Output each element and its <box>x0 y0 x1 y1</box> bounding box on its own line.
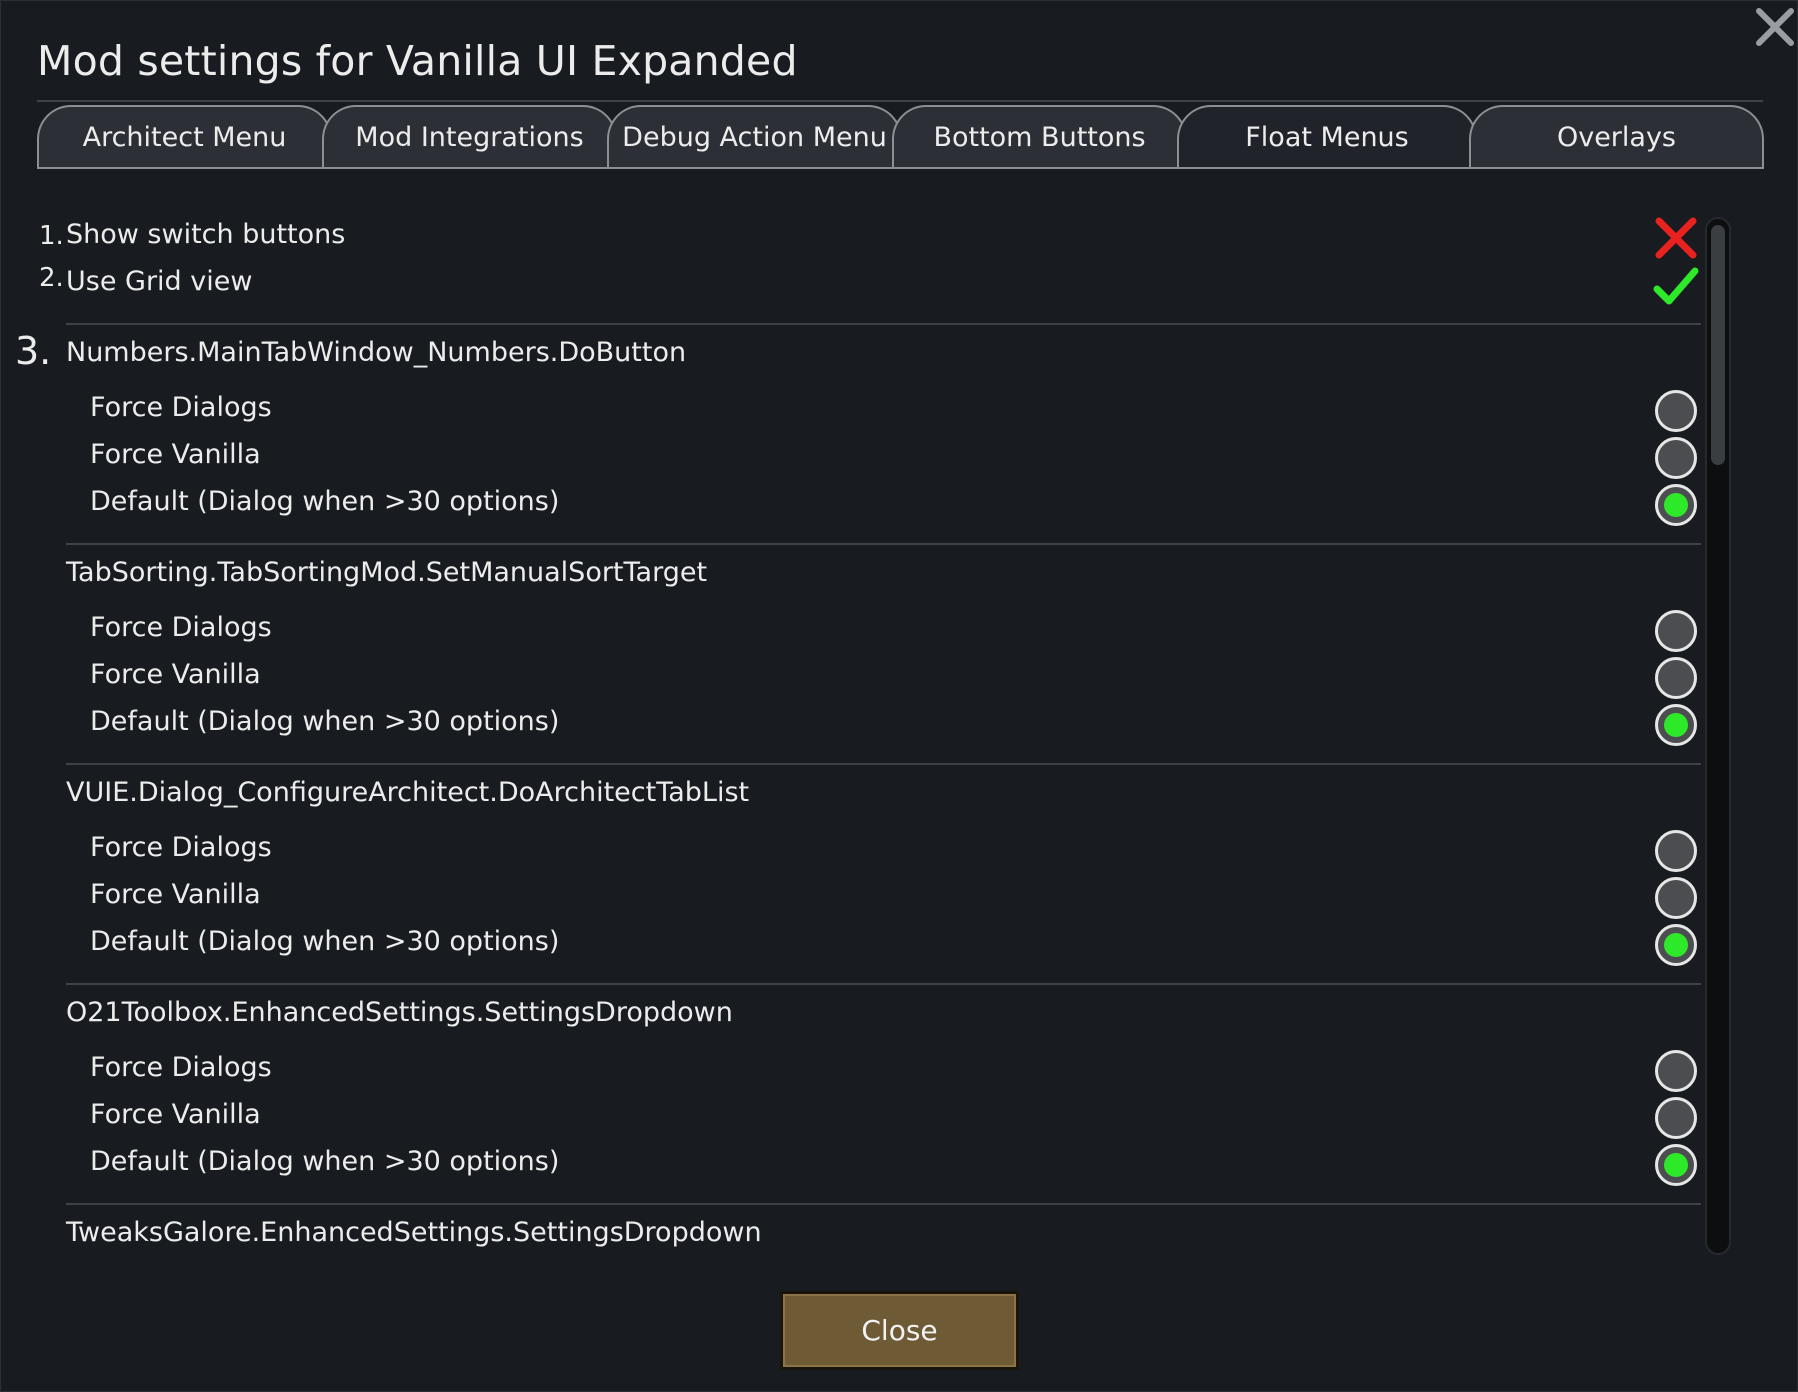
tab-bar: Architect Menu Mod Integrations Debug Ac… <box>37 105 1764 169</box>
tab-mod-integrations[interactable]: Mod Integrations <box>322 105 617 167</box>
radio-force-dialogs[interactable] <box>1655 830 1697 872</box>
tab-overlays[interactable]: Overlays <box>1469 105 1764 167</box>
radio-force-vanilla[interactable] <box>1655 1097 1697 1139</box>
tab-baseline <box>37 167 1764 169</box>
option-label: Force Dialogs <box>90 832 272 863</box>
setting-number: 2. <box>39 263 64 293</box>
check-icon[interactable] <box>1653 263 1699 309</box>
close-icon[interactable] <box>1753 5 1797 49</box>
tab-architect-menu[interactable]: Architect Menu <box>37 105 332 167</box>
option-label: Default (Dialog when >30 options) <box>90 486 560 517</box>
group-title: VUIE.Dialog_ConfigureArchitect.DoArchite… <box>66 777 750 808</box>
option-label: Force Vanilla <box>90 1099 261 1130</box>
tab-bottom-buttons[interactable]: Bottom Buttons <box>892 105 1187 167</box>
radio-force-vanilla[interactable] <box>1655 877 1697 919</box>
option-label: Force Vanilla <box>90 439 261 470</box>
radio-default[interactable] <box>1655 704 1697 746</box>
close-button[interactable]: Close <box>780 1291 1019 1370</box>
divider <box>66 323 1701 325</box>
group-title: TweaksGalore.EnhancedSettings.SettingsDr… <box>66 1217 762 1248</box>
tab-float-menus[interactable]: Float Menus <box>1177 105 1477 167</box>
option-label: Force Dialogs <box>90 1052 272 1083</box>
radio-force-dialogs[interactable] <box>1655 610 1697 652</box>
option-label: Force Dialogs <box>90 392 272 423</box>
option-label: Default (Dialog when >30 options) <box>90 926 560 957</box>
radio-default[interactable] <box>1655 484 1697 526</box>
scrollbar[interactable] <box>1705 217 1731 1255</box>
mod-settings-window: Mod settings for Vanilla UI Expanded Arc… <box>0 0 1798 1392</box>
option-label: Force Vanilla <box>90 879 261 910</box>
radio-force-vanilla[interactable] <box>1655 657 1697 699</box>
option-label: Force Vanilla <box>90 659 261 690</box>
radio-default[interactable] <box>1655 1144 1697 1186</box>
option-label: Force Dialogs <box>90 612 272 643</box>
option-label: Default (Dialog when >30 options) <box>90 1146 560 1177</box>
option-label: Default (Dialog when >30 options) <box>90 706 560 737</box>
setting-label-use-grid-view: Use Grid view <box>66 266 253 297</box>
group-title: TabSorting.TabSortingMod.SetManualSortTa… <box>66 557 708 588</box>
divider <box>66 543 1701 545</box>
cross-icon[interactable] <box>1653 215 1699 261</box>
radio-force-vanilla[interactable] <box>1655 437 1697 479</box>
scrollbar-thumb[interactable] <box>1711 225 1725 465</box>
settings-list: 1. Show switch buttons 2. Use Grid view … <box>1 171 1701 1261</box>
setting-number: 3. <box>15 329 52 373</box>
group-title: Numbers.MainTabWindow_Numbers.DoButton <box>66 337 687 368</box>
divider <box>66 1203 1701 1205</box>
radio-force-dialogs[interactable] <box>1655 1050 1697 1092</box>
radio-force-dialogs[interactable] <box>1655 390 1697 432</box>
tab-debug-action-menu[interactable]: Debug Action Menu <box>607 105 902 167</box>
divider <box>66 763 1701 765</box>
setting-label-show-switch-buttons: Show switch buttons <box>66 219 346 250</box>
group-title: O21Toolbox.EnhancedSettings.SettingsDrop… <box>66 997 733 1028</box>
radio-default[interactable] <box>1655 924 1697 966</box>
window-title: Mod settings for Vanilla UI Expanded <box>37 37 798 85</box>
divider <box>66 983 1701 985</box>
title-divider <box>37 100 1763 102</box>
setting-number: 1. <box>39 221 64 251</box>
